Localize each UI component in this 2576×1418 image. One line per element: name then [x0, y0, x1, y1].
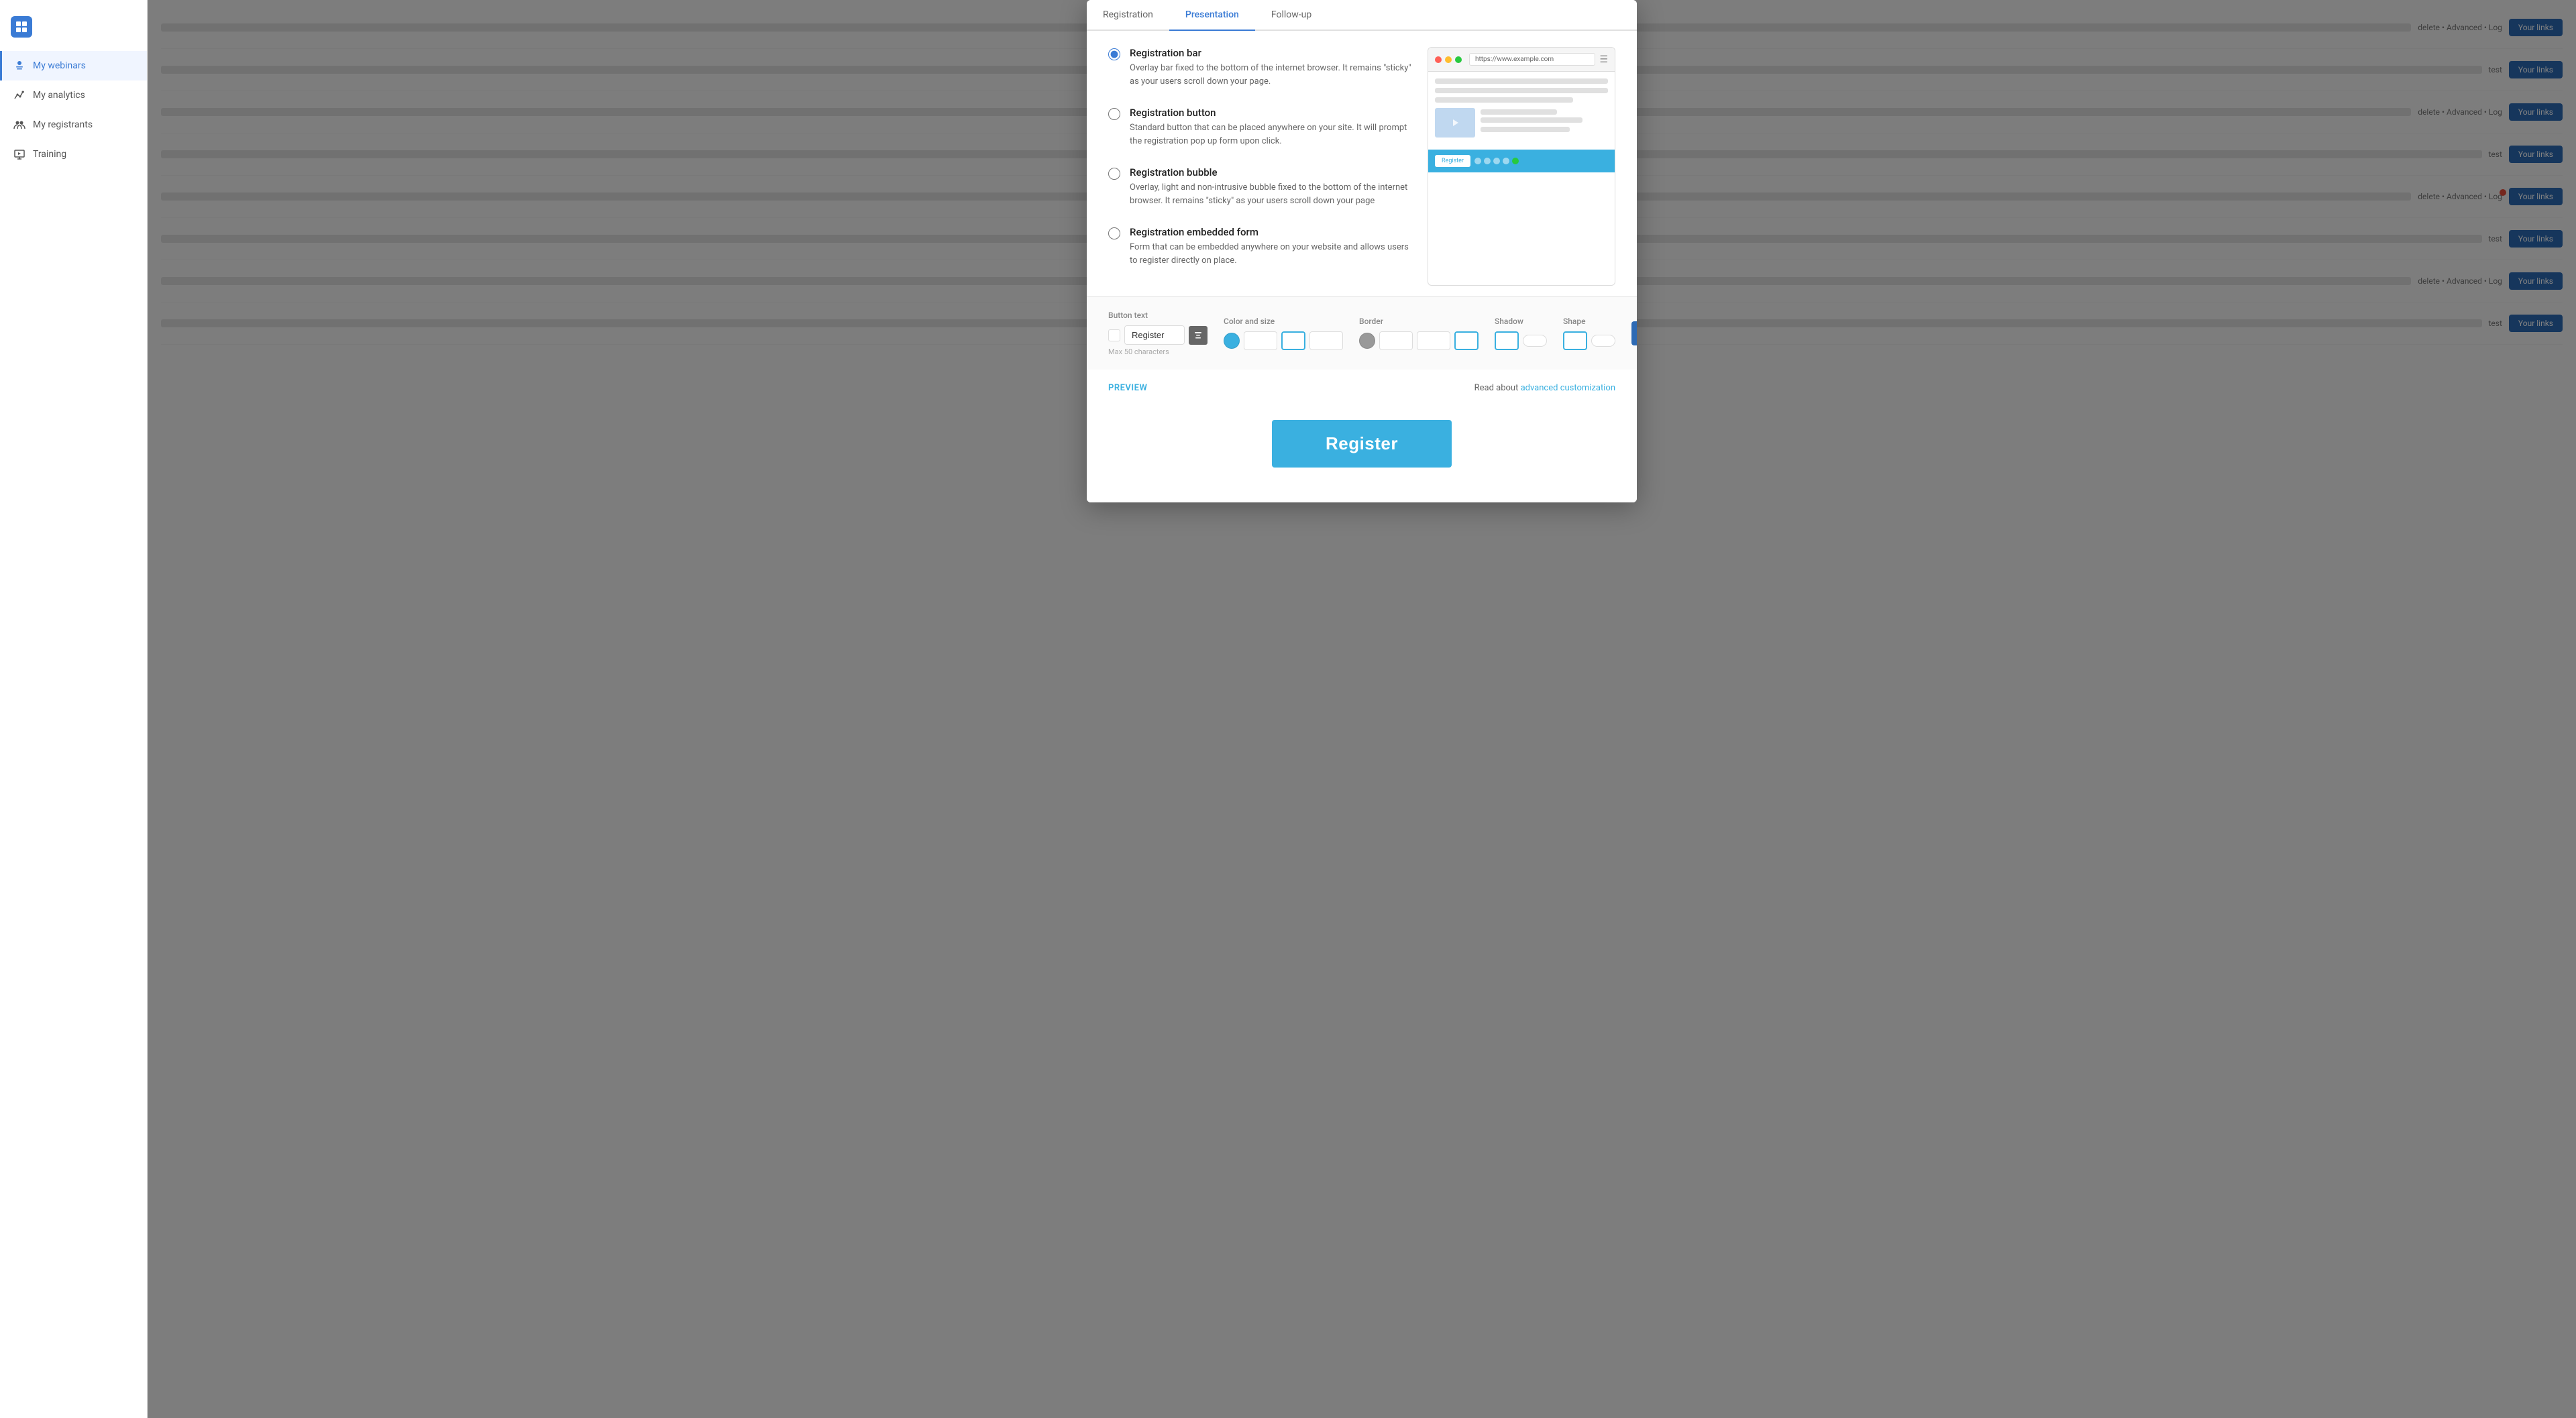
training-icon	[13, 148, 26, 161]
modal-overlay[interactable]: Registration Presentation Follow-up	[148, 0, 2576, 1418]
shape-toggle[interactable]	[1591, 335, 1615, 347]
color-size-label: Color and size	[1224, 317, 1343, 326]
browser-preview-box: https://www.example.com ☰	[1428, 47, 1615, 286]
browser-dot-green	[1455, 56, 1462, 63]
analytics-icon	[13, 89, 26, 102]
reg-option-button: Registration button Standard button that…	[1108, 107, 1411, 148]
preview-bar-register-btn: Register	[1435, 155, 1470, 167]
button-text-group: Button text	[1108, 311, 1208, 356]
border-input-1[interactable]	[1379, 331, 1413, 350]
button-text-input[interactable]	[1124, 325, 1185, 345]
sidebar-logo	[0, 11, 147, 51]
reg-option-embedded: Registration embedded form Form that can…	[1108, 226, 1411, 267]
border-label: Border	[1359, 317, 1479, 326]
reg-option-bar-title: Registration bar	[1130, 47, 1411, 59]
reg-option-bar-desc: Overlay bar fixed to the bottom of the i…	[1130, 62, 1411, 88]
preview-title: PREVIEW	[1108, 383, 1147, 393]
preview-line-3	[1435, 97, 1573, 103]
reg-option-button-title: Registration button	[1130, 107, 1411, 119]
reg-option-bar-radio[interactable]	[1108, 48, 1120, 88]
browser-bar: https://www.example.com ☰	[1428, 48, 1615, 72]
color-size-input-2[interactable]	[1309, 331, 1343, 350]
sidebar-item-training[interactable]: Training	[0, 140, 147, 169]
border-outline[interactable]	[1454, 331, 1479, 350]
color-size-group: Color and size	[1224, 317, 1343, 350]
border-group: Border	[1359, 317, 1479, 350]
reg-option-embedded-title: Registration embedded form	[1130, 226, 1411, 238]
color-swatch-button[interactable]	[1224, 333, 1240, 349]
modal: Registration Presentation Follow-up	[1087, 0, 1637, 502]
button-customization-section: Button text	[1087, 296, 1637, 370]
reg-option-button-desc: Standard button that can be placed anywh…	[1130, 121, 1411, 148]
sidebar-item-my-webinars-label: My webinars	[33, 60, 86, 71]
preview-section: PREVIEW Read about advanced customizatio…	[1087, 370, 1637, 502]
reg-option-bubble: Registration bubble Overlay, light and n…	[1108, 166, 1411, 207]
reg-option-bubble-radio[interactable]	[1108, 168, 1120, 207]
sidebar-item-my-webinars[interactable]: My webinars	[0, 51, 147, 80]
color-size-input-1[interactable]	[1244, 331, 1277, 350]
preview-bar-dot-2	[1484, 158, 1491, 164]
sidebar-item-my-analytics[interactable]: My analytics	[0, 80, 147, 110]
tab-presentation[interactable]: Presentation	[1169, 0, 1255, 31]
preview-thumbnail	[1435, 108, 1475, 138]
shadow-toggle[interactable]	[1523, 335, 1547, 347]
reg-option-bar: Registration bar Overlay bar fixed to th…	[1108, 47, 1411, 88]
browser-url-bar: https://www.example.com	[1469, 53, 1595, 66]
preview-bar-dot-4	[1503, 158, 1509, 164]
app-logo-icon	[11, 16, 32, 38]
text-format-icon[interactable]	[1189, 326, 1208, 345]
reg-option-bubble-desc: Overlay, light and non-intrusive bubble …	[1130, 181, 1411, 207]
preview-bar-dot-5	[1512, 158, 1519, 164]
modal-tabs: Registration Presentation Follow-up	[1087, 0, 1637, 31]
modal-body: Registration bar Overlay bar fixed to th…	[1087, 31, 1637, 502]
reg-option-embedded-radio[interactable]	[1108, 227, 1120, 267]
color-size-outline-1[interactable]	[1281, 331, 1305, 350]
reg-option-button-radio[interactable]	[1108, 108, 1120, 148]
button-customization-row: Button text	[1108, 311, 1615, 356]
shape-label: Shape	[1563, 317, 1615, 326]
border-input-2[interactable]	[1417, 331, 1450, 350]
preview-line-2	[1435, 88, 1608, 93]
preview-header: PREVIEW Read about advanced customizatio…	[1108, 383, 1615, 393]
preview-bar-dot-1	[1474, 158, 1481, 164]
tab-registration[interactable]: Registration	[1087, 0, 1169, 31]
browser-preview-content	[1428, 72, 1615, 150]
max-chars-label: Max 50 characters	[1108, 347, 1208, 356]
shadow-label: Shadow	[1495, 317, 1547, 326]
reg-option-bubble-title: Registration bubble	[1130, 166, 1411, 178]
browser-dot-yellow	[1445, 56, 1452, 63]
browser-preview-registration-bar: Register	[1428, 150, 1615, 172]
sidebar-item-training-label: Training	[33, 149, 66, 160]
browser-dot-red	[1435, 56, 1442, 63]
sidebar-item-my-registrants-label: My registrants	[33, 119, 93, 130]
registration-options-list: Registration bar Overlay bar fixed to th…	[1108, 47, 1411, 286]
main-content: delete • Advanced • Log Your links test …	[148, 0, 2576, 1418]
registration-options-section: Registration bar Overlay bar fixed to th…	[1087, 31, 1637, 296]
preview-register-button[interactable]: Register	[1272, 420, 1452, 468]
sidebar-item-my-registrants[interactable]: My registrants	[0, 110, 147, 140]
sidebar-item-my-analytics-label: My analytics	[33, 90, 85, 101]
button-text-checkbox[interactable]	[1108, 329, 1120, 341]
apply-button[interactable]: Apply	[1631, 321, 1637, 345]
shape-group: Shape	[1563, 317, 1615, 350]
preview-line-1	[1435, 78, 1608, 84]
shape-outline[interactable]	[1563, 331, 1587, 350]
advanced-customization-link[interactable]: advanced customization	[1521, 383, 1615, 393]
preview-button-container: Register	[1108, 406, 1615, 481]
preview-media-row	[1435, 108, 1608, 138]
tab-follow-up[interactable]: Follow-up	[1255, 0, 1328, 31]
button-text-label: Button text	[1108, 311, 1208, 320]
browser-menu-icon: ☰	[1599, 54, 1608, 65]
webinar-icon	[13, 59, 26, 72]
sidebar: My webinars My analytics My registrants	[0, 0, 148, 1418]
shadow-outline[interactable]	[1495, 331, 1519, 350]
reg-option-embedded-desc: Form that can be embedded anywhere on yo…	[1130, 241, 1411, 267]
preview-link-text: Read about advanced customization	[1474, 383, 1615, 393]
shadow-group: Shadow	[1495, 317, 1547, 350]
registrants-icon	[13, 118, 26, 131]
preview-bar-dot-3	[1493, 158, 1500, 164]
border-color-swatch[interactable]	[1359, 333, 1375, 349]
